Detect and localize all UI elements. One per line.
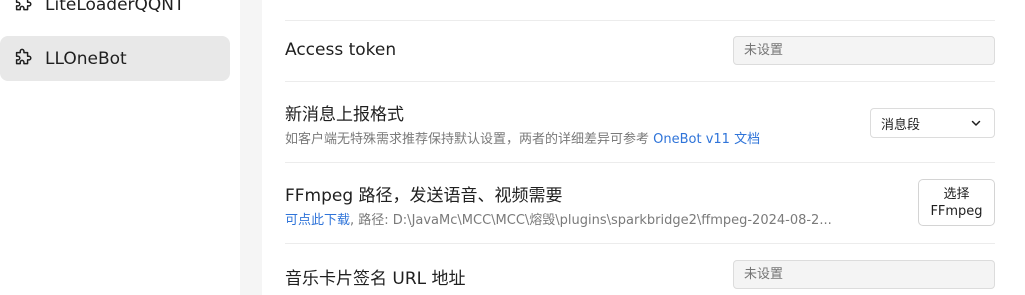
puzzle-icon [12, 0, 34, 16]
chevron-down-icon [971, 120, 981, 126]
settings-panel: Access token 新消息上报格式 如客户端无特殊需求推荐保持默认设置，两… [262, 0, 1025, 295]
setting-title: 音乐卡片签名 URL 地址 [285, 269, 466, 289]
ffmpeg-path-info: 可点此下载, 路径: D:\JavaMc\MCC\MCC\熔毁\plugins\… [285, 209, 832, 228]
ffmpeg-download-link[interactable]: 可点此下载 [285, 213, 350, 228]
app-window: LiteLoaderQQNT LLOneBot Access token 新消息… [0, 0, 1025, 295]
button-label-line1: 选择 [943, 186, 970, 202]
setting-row-music-sign-url: 音乐卡片签名 URL 地址 [285, 244, 995, 295]
setting-row-access-token: Access token [285, 21, 995, 81]
music-sign-url-input[interactable] [733, 260, 995, 289]
setting-title: Access token [285, 40, 397, 60]
onebot-docs-link[interactable]: OneBot v11 文档 [653, 132, 760, 147]
ffmpeg-path-value: D:\JavaMc\MCC\MCC\熔毁\plugins\sparkbridge… [392, 213, 832, 228]
puzzle-icon [12, 48, 34, 70]
sidebar: LiteLoaderQQNT LLOneBot [0, 0, 240, 295]
setting-description-text: 如客户端无特殊需求推荐保持默认设置，两者的详细差异可参考 [285, 132, 654, 147]
select-ffmpeg-button[interactable]: 选择 FFmpeg [918, 179, 995, 226]
setting-row-ffmpeg: FFmpeg 路径，发送语音、视频需要 可点此下载, 路径: D:\JavaMc… [285, 163, 995, 243]
select-value: 消息段 [881, 117, 921, 133]
setting-title: 新消息上报格式 [285, 105, 404, 125]
sidebar-item-label: LiteLoaderQQNT [45, 0, 185, 15]
button-label-line2: FFmpeg [930, 203, 983, 219]
sidebar-divider [240, 0, 262, 295]
setting-row-message-format: 新消息上报格式 如客户端无特殊需求推荐保持默认设置，两者的详细差异可参考 One… [285, 82, 995, 162]
setting-description: 如客户端无特殊需求推荐保持默认设置，两者的详细差异可参考 OneBot v11 … [285, 128, 760, 147]
ffmpeg-path-prefix: , 路径: [350, 213, 393, 228]
message-format-select[interactable]: 消息段 [870, 108, 995, 138]
sidebar-item-label: LLOneBot [45, 48, 127, 69]
sidebar-item-llonebot[interactable]: LLOneBot [0, 36, 230, 81]
access-token-input[interactable] [733, 36, 995, 65]
setting-title: FFmpeg 路径，发送语音、视频需要 [285, 186, 563, 206]
sidebar-item-liteloaderqqnt[interactable]: LiteLoaderQQNT [0, 0, 230, 27]
